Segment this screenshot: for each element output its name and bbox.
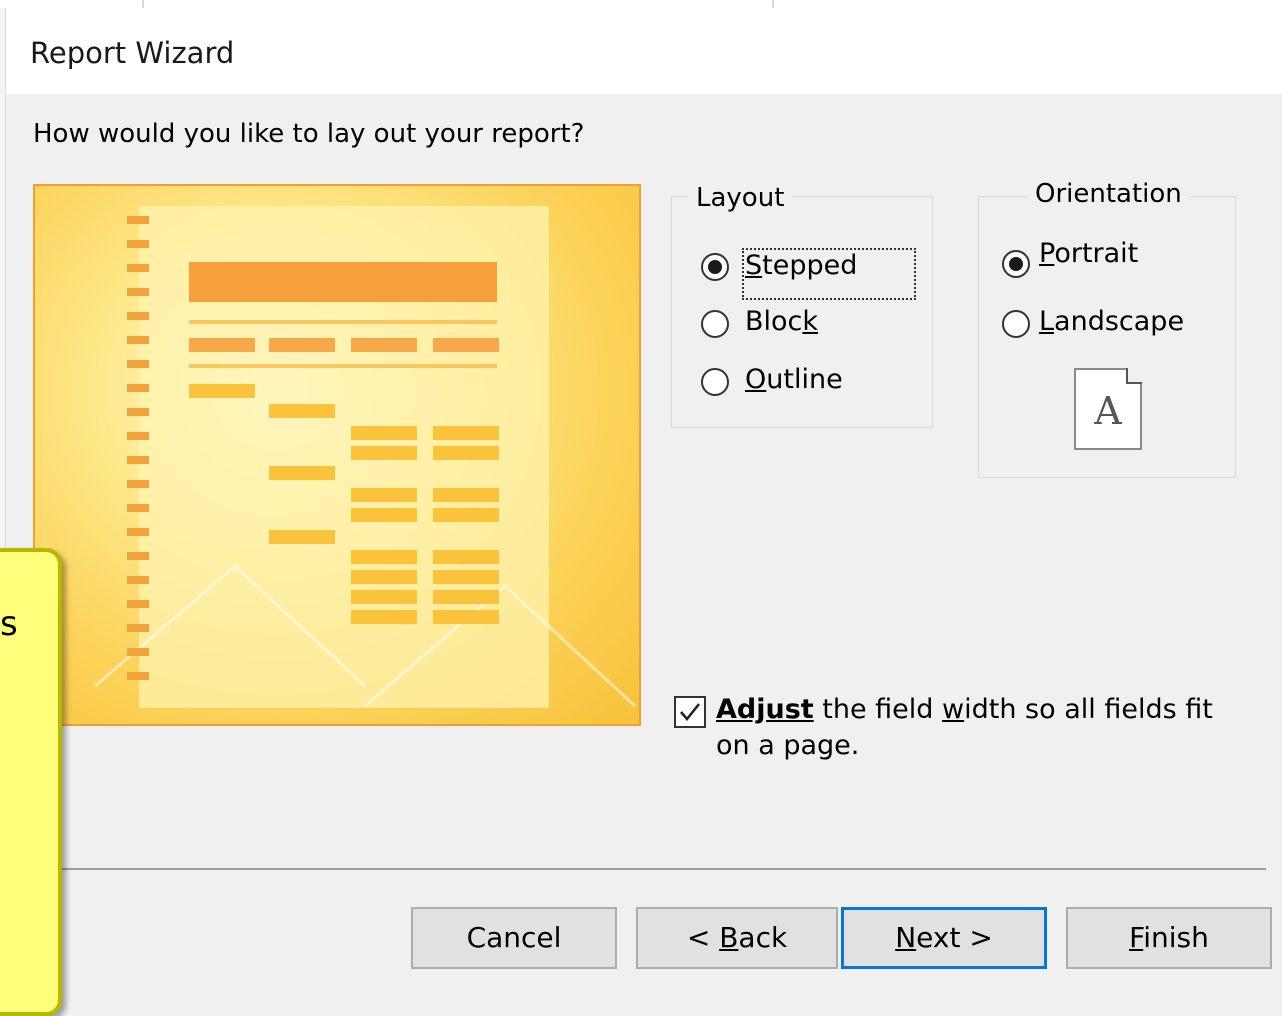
adjust-width-checkbox[interactable] xyxy=(674,696,706,728)
portrait-label[interactable]: Portrait xyxy=(1039,238,1138,269)
layout-group-legend: Layout xyxy=(688,183,793,213)
portrait-page-icon: A xyxy=(1074,368,1142,450)
finish-button[interactable]: Finish xyxy=(1066,907,1272,969)
background-window-strip xyxy=(0,0,1282,8)
landscape-label[interactable]: Landscape xyxy=(1039,306,1184,337)
report-wizard-dialog: Report Wizard How would you like to lay … xyxy=(6,8,1282,989)
wizard-question: How would you like to lay out your repor… xyxy=(33,119,585,149)
next-button[interactable]: Next > xyxy=(841,907,1047,969)
orientation-group-legend: Orientation xyxy=(1027,179,1190,209)
background-divider xyxy=(772,0,774,8)
outline-label[interactable]: Outline xyxy=(745,364,843,395)
cancel-button[interactable]: Cancel xyxy=(411,907,617,969)
block-label[interactable]: Block xyxy=(745,306,818,337)
stepped-radio[interactable] xyxy=(701,253,729,281)
block-radio[interactable] xyxy=(701,310,729,338)
button-separator xyxy=(56,868,1266,870)
portrait-radio[interactable] xyxy=(1002,250,1030,278)
title-bar: Report Wizard xyxy=(6,8,1282,94)
background-divider xyxy=(142,0,144,8)
outline-radio[interactable] xyxy=(701,368,729,396)
checkmark-icon xyxy=(680,703,700,721)
adjust-width-label[interactable]: Adjust the field width so all fields fit… xyxy=(716,692,1236,764)
layout-preview-image xyxy=(33,184,641,726)
window-title: Report Wizard xyxy=(30,36,235,70)
stepped-layout-illustration xyxy=(94,206,637,708)
landscape-radio[interactable] xyxy=(1002,310,1030,338)
back-button[interactable]: < Back xyxy=(636,907,838,969)
stepped-label[interactable]: Stepped xyxy=(745,250,857,281)
page-letter: A xyxy=(1094,389,1122,433)
callout-text: s xyxy=(0,604,18,644)
page-fold-corner xyxy=(1126,368,1142,384)
